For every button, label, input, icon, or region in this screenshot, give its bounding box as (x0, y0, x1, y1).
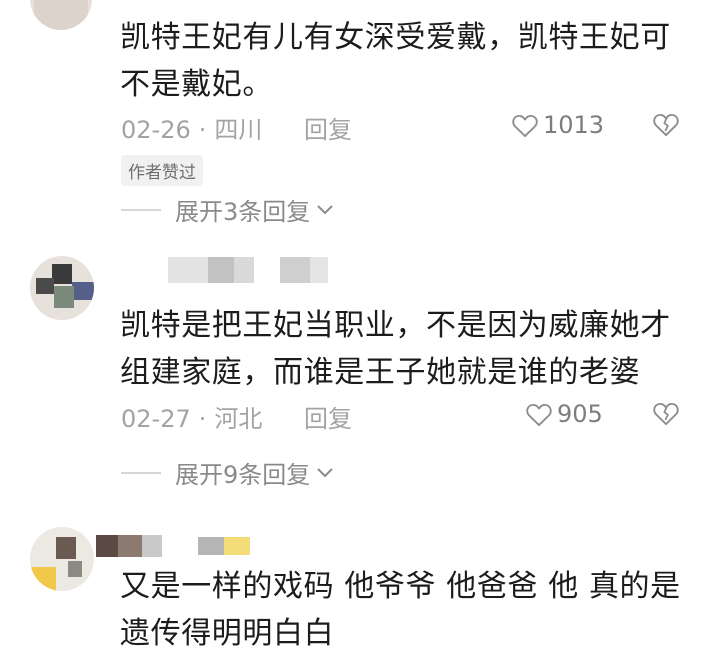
comment-meta: 02-26 · 四川 (121, 110, 262, 145)
user-avatar[interactable] (30, 0, 92, 30)
dislike-button[interactable] (652, 400, 680, 430)
comment-line: 凯特是把王妃当职业，不是因为威廉她才 (120, 308, 671, 343)
comment-location: 河北 (214, 405, 263, 433)
heart-outline-icon (512, 114, 538, 138)
heart-outline-icon (526, 403, 552, 427)
comment-line: 又是一样的戏码 他爷爷 他爸爸 他 真的是 (120, 569, 681, 604)
comment-date: 02-26 (121, 116, 191, 144)
comment-date: 02-27 (121, 405, 191, 433)
meta-separator: · (198, 405, 207, 433)
comment-text: 凯特是把王妃当职业，不是因为威廉她才 组建家庭，而谁是王子她就是谁的老婆 (120, 302, 671, 396)
comment-line: 组建家庭，而谁是王子她就是谁的老婆 (120, 355, 641, 390)
user-avatar[interactable] (30, 527, 94, 591)
username-redacted (130, 257, 350, 283)
username-redacted (96, 535, 256, 557)
dislike-button[interactable] (652, 111, 680, 141)
broken-heart-icon (653, 113, 679, 137)
expand-replies-button[interactable]: 展开9条回复 (121, 455, 334, 490)
comment-line: 遗传得明明白白 (120, 616, 335, 651)
like-button[interactable]: 1013 (511, 109, 604, 141)
comment-text: 又是一样的戏码 他爷爷 他爸爸 他 真的是 遗传得明明白白 (120, 563, 681, 657)
divider-line (121, 471, 161, 474)
reply-button[interactable]: 回复 (304, 399, 352, 434)
broken-heart-icon (653, 402, 679, 426)
comment-location: 四川 (214, 116, 263, 144)
comment-meta: 02-27 · 河北 (121, 399, 262, 434)
user-avatar[interactable] (30, 256, 94, 320)
expand-replies-label: 展开9条回复 (175, 461, 311, 489)
reply-button[interactable]: 回复 (304, 110, 352, 145)
like-count: 905 (557, 400, 603, 428)
like-button[interactable]: 905 (525, 398, 603, 430)
comment-line: 凯特王妃有儿有女深受爱戴，凯特王妃可 (120, 20, 671, 55)
divider-line (121, 208, 161, 211)
chevron-down-icon (317, 467, 333, 477)
chevron-down-icon (317, 204, 333, 214)
meta-separator: · (198, 116, 207, 144)
expand-replies-label: 展开3条回复 (175, 198, 311, 226)
author-liked-badge: 作者赞过 (121, 155, 203, 186)
comment-text: 凯特王妃有儿有女深受爱戴，凯特王妃可 不是戴妃。 (120, 14, 671, 108)
expand-replies-button[interactable]: 展开3条回复 (121, 192, 334, 227)
comment-line: 不是戴妃。 (120, 67, 273, 102)
like-count: 1013 (543, 111, 605, 139)
